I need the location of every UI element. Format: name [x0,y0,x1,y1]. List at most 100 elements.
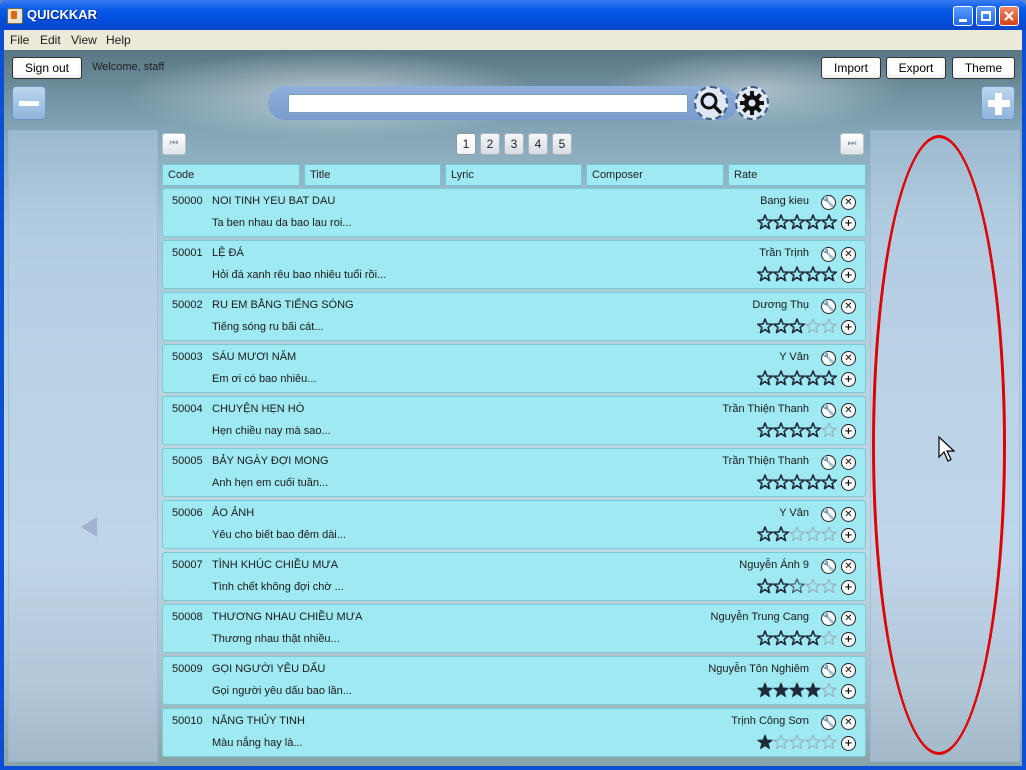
wrench-icon[interactable]: 🔧 [821,559,836,574]
star-icon[interactable] [805,734,821,750]
star-icon[interactable] [821,474,837,490]
plus-circle-icon[interactable]: + [841,320,856,335]
star-icon[interactable] [821,526,837,542]
page-3-button[interactable]: 3 [504,133,524,155]
plus-circle-icon[interactable]: + [841,528,856,543]
theme-button[interactable]: Theme [952,57,1015,79]
zoom-in-button[interactable] [981,86,1015,120]
page-2-button[interactable]: 2 [480,133,500,155]
star-icon[interactable] [805,474,821,490]
song-row[interactable]: 50006 ẢO ẢNH Yêu cho biết bao đêm dài... Y … [162,500,866,549]
star-icon[interactable] [757,318,773,334]
star-icon[interactable] [821,370,837,386]
minimize-button[interactable] [953,6,973,26]
song-row[interactable]: 50009 GỌI NGƯỜI YÊU DẤU Gọi người yêu dấu … [162,656,866,705]
close-icon[interactable]: ✕ [841,559,856,574]
star-icon[interactable] [773,474,789,490]
song-row[interactable]: 50007 TÌNH KHÚC CHIỀU MƯA Tình chết không … [162,552,866,601]
star-icon[interactable] [757,370,773,386]
star-icon[interactable] [773,578,789,594]
wrench-icon[interactable]: 🔧 [821,715,836,730]
column-header-lyric[interactable]: Lyric [445,164,582,186]
song-row[interactable]: 50002 RU EM BẰNG TIẾNG SÓNG Tiếng sóng ru … [162,292,866,341]
star-icon[interactable] [789,682,805,698]
rating-stars[interactable] [757,214,837,230]
settings-button[interactable] [735,86,769,120]
close-icon[interactable]: ✕ [841,611,856,626]
column-header-rate[interactable]: Rate [728,164,866,186]
wrench-icon[interactable]: 🔧 [821,455,836,470]
star-icon[interactable] [773,422,789,438]
star-icon[interactable] [757,630,773,646]
star-icon[interactable] [773,630,789,646]
star-icon[interactable] [821,214,837,230]
star-icon[interactable] [757,682,773,698]
star-icon[interactable] [805,214,821,230]
star-icon[interactable] [789,578,805,594]
column-header-title[interactable]: Title [304,164,441,186]
star-icon[interactable] [773,734,789,750]
close-button[interactable] [999,6,1019,26]
song-row[interactable]: 50010 NẮNG THỦY TINH Màu nắng hay là... Trị… [162,708,866,757]
star-icon[interactable] [821,422,837,438]
star-icon[interactable] [805,422,821,438]
star-icon[interactable] [757,266,773,282]
star-icon[interactable] [757,578,773,594]
star-icon[interactable] [821,734,837,750]
song-row[interactable]: 50004 CHUYỆN HẸN HÒ Hẹn chiều nay mà sao..… [162,396,866,445]
close-icon[interactable]: ✕ [841,663,856,678]
star-icon[interactable] [773,526,789,542]
star-icon[interactable] [757,734,773,750]
close-icon[interactable]: ✕ [841,455,856,470]
wrench-icon[interactable]: 🔧 [821,403,836,418]
star-icon[interactable] [789,266,805,282]
menu-view[interactable]: View [71,33,97,47]
column-header-composer[interactable]: Composer [586,164,724,186]
wrench-icon[interactable]: 🔧 [821,663,836,678]
star-icon[interactable] [789,318,805,334]
rating-stars[interactable] [757,318,837,334]
column-header-code[interactable]: Code [162,164,300,186]
plus-circle-icon[interactable]: + [841,476,856,491]
star-icon[interactable] [757,474,773,490]
star-icon[interactable] [789,526,805,542]
star-icon[interactable] [773,318,789,334]
star-icon[interactable] [773,214,789,230]
sign-out-button[interactable]: Sign out [12,57,82,79]
rating-stars[interactable] [757,526,837,542]
close-icon[interactable]: ✕ [841,403,856,418]
export-button[interactable]: Export [886,57,946,79]
import-button[interactable]: Import [821,57,881,79]
song-row[interactable]: 50005 BẢY NGÀY ĐỢI MONG Anh hẹn em cuối tu… [162,448,866,497]
page-4-button[interactable]: 4 [528,133,548,155]
wrench-icon[interactable]: 🔧 [821,351,836,366]
search-button[interactable] [694,86,728,120]
close-icon[interactable]: ✕ [841,507,856,522]
star-icon[interactable] [805,370,821,386]
star-icon[interactable] [821,266,837,282]
zoom-out-button[interactable] [12,86,46,120]
star-icon[interactable] [821,682,837,698]
star-icon[interactable] [757,214,773,230]
rating-stars[interactable] [757,370,837,386]
star-icon[interactable] [821,318,837,334]
rating-stars[interactable] [757,266,837,282]
plus-circle-icon[interactable]: + [841,684,856,699]
page-1-button[interactable]: 1 [456,133,476,155]
star-icon[interactable] [805,630,821,646]
star-icon[interactable] [805,526,821,542]
rating-stars[interactable] [757,682,837,698]
star-icon[interactable] [789,630,805,646]
star-icon[interactable] [805,266,821,282]
menu-file[interactable]: File [10,33,29,47]
wrench-icon[interactable]: 🔧 [821,195,836,210]
rating-stars[interactable] [757,630,837,646]
close-icon[interactable]: ✕ [841,247,856,262]
close-icon[interactable]: ✕ [841,299,856,314]
rating-stars[interactable] [757,422,837,438]
song-row[interactable]: 50000 NOI TINH YEU BAT DAU Ta ben nhau da … [162,188,866,237]
menu-edit[interactable]: Edit [40,33,61,47]
plus-circle-icon[interactable]: + [841,580,856,595]
star-icon[interactable] [805,318,821,334]
star-icon[interactable] [773,370,789,386]
